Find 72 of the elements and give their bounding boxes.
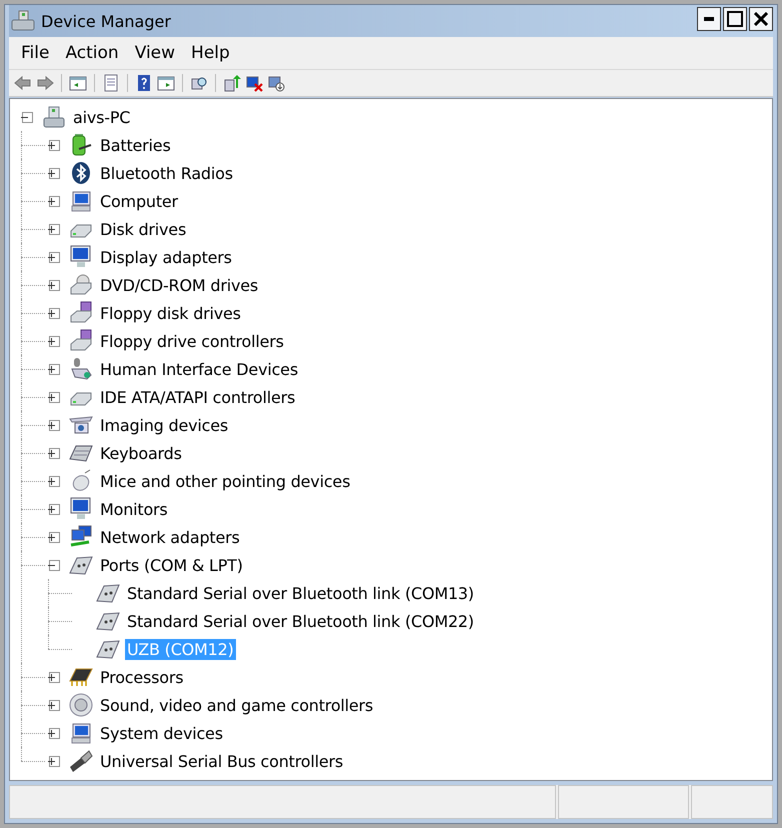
monitor-icon xyxy=(69,245,93,269)
tree-item[interactable]: Ports (COM & LPT) xyxy=(98,554,245,576)
expander-icon[interactable] xyxy=(48,364,60,374)
expander-icon[interactable] xyxy=(48,280,60,290)
minimize-button[interactable] xyxy=(697,7,721,31)
tree-item[interactable]: Processors xyxy=(98,666,186,688)
expander-icon[interactable] xyxy=(48,672,60,682)
optical-drive-icon xyxy=(69,273,93,297)
expander-icon[interactable] xyxy=(48,476,60,486)
network-icon xyxy=(69,525,93,549)
expander-icon[interactable] xyxy=(48,728,60,738)
tree-item[interactable]: IDE ATA/ATAPI controllers xyxy=(98,386,298,408)
tree-item[interactable]: Sound, video and game controllers xyxy=(98,694,376,716)
tree-item[interactable]: Universal Serial Bus controllers xyxy=(98,750,346,772)
floppy-drive-icon xyxy=(69,301,93,325)
expander-icon[interactable] xyxy=(48,448,60,458)
forward-arrow-icon[interactable] xyxy=(35,73,55,93)
close-icon xyxy=(754,12,768,26)
expander-icon[interactable] xyxy=(48,140,60,150)
expander-icon[interactable] xyxy=(48,224,60,234)
maximize-icon xyxy=(727,11,743,27)
expander-icon[interactable] xyxy=(22,112,32,122)
computer-icon xyxy=(69,189,93,213)
speaker-icon xyxy=(69,693,93,717)
computer-tower-icon xyxy=(42,105,66,129)
tree-item[interactable]: Display adapters xyxy=(98,246,234,268)
menu-item[interactable]: Action xyxy=(57,40,127,66)
expander-icon[interactable] xyxy=(48,560,60,570)
tree-item[interactable]: Human Interface Devices xyxy=(98,358,300,380)
gamepad-icon xyxy=(69,357,93,381)
tree-item[interactable]: Floppy disk drives xyxy=(98,302,243,324)
expander-icon[interactable] xyxy=(48,252,60,262)
menu-item[interactable]: View xyxy=(126,40,184,66)
tree-item[interactable]: Network adapters xyxy=(98,526,242,548)
tree-item[interactable]: Standard Serial over Bluetooth link (COM22) xyxy=(125,610,476,632)
tree-item[interactable]: Computer xyxy=(98,190,180,212)
floppy-drive-icon xyxy=(69,329,93,353)
menu-item[interactable]: File xyxy=(13,40,58,66)
usb-plug-icon xyxy=(69,749,93,773)
window-title: Device Manager xyxy=(41,12,172,30)
expander-icon[interactable] xyxy=(48,532,60,542)
expander-icon[interactable] xyxy=(48,308,60,318)
expander-icon[interactable] xyxy=(48,756,60,766)
tree-item[interactable]: DVD/CD-ROM drives xyxy=(98,274,260,296)
computer-icon xyxy=(69,721,93,745)
tree-item[interactable]: Imaging devices xyxy=(98,414,230,436)
back-arrow-icon[interactable] xyxy=(13,73,33,93)
tree-item[interactable]: Bluetooth Radios xyxy=(98,162,235,184)
tree-item[interactable]: Mice and other pointing devices xyxy=(98,470,352,492)
update-driver-icon[interactable] xyxy=(222,73,242,93)
tree-item[interactable]: Disk drives xyxy=(98,218,188,240)
menu-item[interactable]: Help xyxy=(183,40,238,66)
expander-icon[interactable] xyxy=(48,196,60,206)
expander-icon[interactable] xyxy=(48,504,60,514)
device-manager-icon xyxy=(11,10,35,32)
tree-item[interactable]: Keyboards xyxy=(98,442,184,464)
expander-icon[interactable] xyxy=(48,700,60,710)
tree-item[interactable]: Standard Serial over Bluetooth link (COM13) xyxy=(125,582,476,604)
close-button[interactable] xyxy=(749,7,773,31)
maximize-button[interactable] xyxy=(723,7,747,31)
tree-item[interactable]: aivs-PC xyxy=(71,106,132,128)
expander-icon[interactable] xyxy=(48,420,60,430)
minimize-icon xyxy=(704,17,714,21)
tree-item[interactable]: Floppy drive controllers xyxy=(98,330,286,352)
tree-item[interactable]: Monitors xyxy=(98,498,170,520)
monitor-icon xyxy=(69,497,93,521)
tree-item[interactable]: Batteries xyxy=(98,134,173,156)
tree-item[interactable]: System devices xyxy=(98,722,225,744)
expander-icon[interactable] xyxy=(48,336,60,346)
expander-icon[interactable] xyxy=(48,168,60,178)
expander-icon[interactable] xyxy=(48,392,60,402)
bluetooth-icon xyxy=(69,161,93,185)
